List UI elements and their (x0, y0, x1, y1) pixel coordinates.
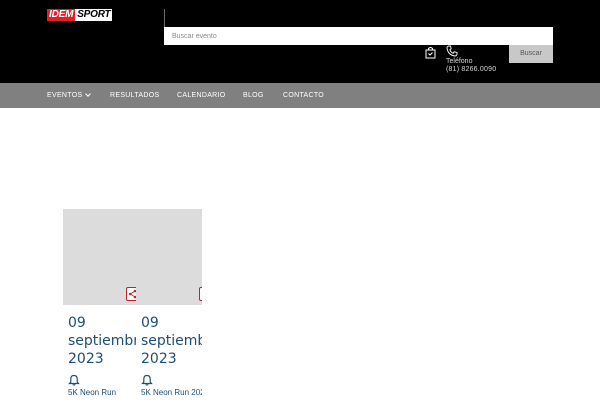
header: IDEMSPORT Teléfono (81) 8266.0090 Buscar (0, 0, 600, 83)
shopping-bag-icon[interactable] (424, 46, 437, 59)
nav-item-label: EVENTOS (47, 92, 83, 99)
event-card[interactable]: 09 septiembre 2023 5K Neon Run 2023 (136, 209, 202, 400)
logo[interactable]: IDEM SPORT (47, 9, 113, 21)
chevron-down-icon (85, 91, 92, 97)
nav-item-eventos[interactable]: EVENTOS (47, 83, 92, 108)
nav-item-resultados[interactable]: RESULTADOS (110, 83, 159, 108)
nav-item-blog[interactable]: BLOG (243, 83, 264, 108)
phone-icon (446, 45, 458, 57)
nav-item-label: RESULTADOS (110, 92, 160, 99)
bell-icon (68, 374, 80, 386)
event-day: 09 (141, 315, 159, 331)
bell-icon (141, 374, 153, 386)
main-nav: EVENTOS RESULTADOS CALENDARIO BLOG CONTA… (0, 83, 600, 108)
search-button[interactable]: Buscar (509, 45, 553, 63)
event-card[interactable]: 09 septiembre 2023 5K Neon Run (63, 209, 147, 400)
event-cards: 09 septiembre 2023 5K Neon Run 09 septie… (63, 209, 202, 400)
event-name[interactable]: 5K Neon Run (68, 388, 116, 397)
event-year: 2023 (68, 351, 104, 367)
nav-item-label: CONTACTO (283, 92, 325, 99)
header-divider (164, 9, 165, 27)
phone-number[interactable]: (81) 8266.0090 (446, 66, 496, 73)
event-day: 09 (68, 315, 86, 331)
event-image[interactable] (136, 209, 202, 305)
event-year: 2023 (141, 351, 177, 367)
nav-item-label: CALENDARIO (177, 92, 226, 99)
search-input[interactable] (164, 27, 553, 45)
event-month: septiembre (141, 333, 202, 349)
nav-item-calendario[interactable]: CALENDARIO (177, 83, 226, 108)
event-name[interactable]: 5K Neon Run 2023 (141, 388, 202, 397)
page: IDEMSPORT Teléfono (81) 8266.0090 Buscar… (0, 0, 600, 400)
phone-label: Teléfono (446, 58, 473, 65)
logo-text-sport: SPORT (75, 9, 113, 21)
nav-item-label: BLOG (243, 92, 264, 99)
share-icon[interactable] (199, 287, 202, 301)
nav-item-contacto[interactable]: CONTACTO (283, 83, 324, 108)
logo-text-idem: IDEM (47, 9, 76, 21)
